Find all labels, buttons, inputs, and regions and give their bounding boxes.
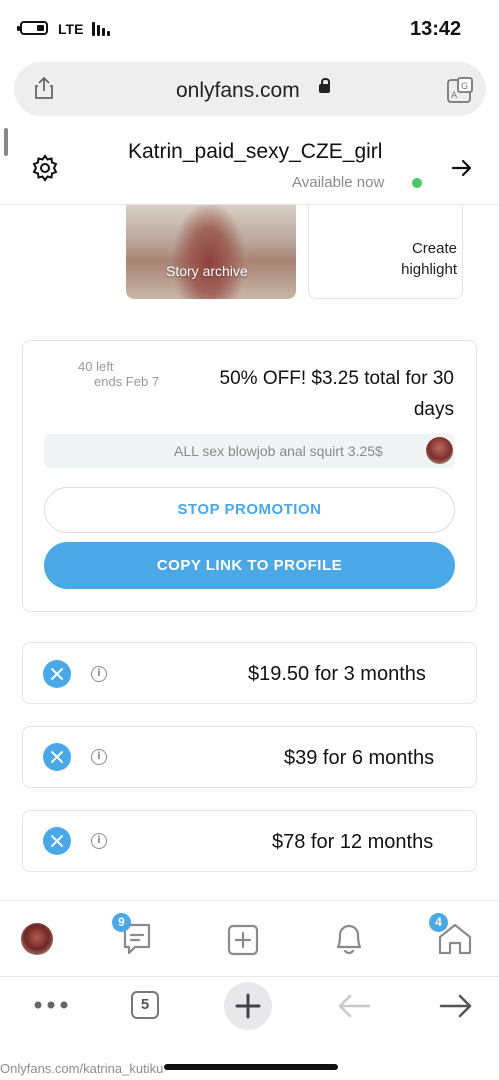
profile-avatar[interactable]: [21, 923, 53, 955]
clock: 13:42: [410, 18, 462, 40]
messages-badge: 9: [112, 913, 131, 932]
profile-status: Available now: [292, 174, 385, 191]
network-label: LTE: [58, 21, 84, 37]
promotion-end-date: ends Feb 7: [94, 374, 160, 389]
gear-icon[interactable]: [31, 154, 59, 182]
browser-toolbar-divider: [0, 976, 499, 977]
forward-arrow-icon[interactable]: [438, 992, 474, 1020]
remove-bundle-icon[interactable]: [43, 660, 71, 688]
svg-text:A: A: [451, 91, 458, 101]
story-archive-card[interactable]: [126, 205, 296, 299]
new-tab-button[interactable]: [224, 982, 272, 1030]
info-icon[interactable]: i: [91, 833, 107, 849]
home-indicator: [164, 1064, 338, 1070]
translate-icon[interactable]: G A: [446, 76, 474, 104]
copy-link-button[interactable]: COPY LINK TO PROFILE: [44, 542, 455, 589]
stop-promotion-button[interactable]: STOP PROMOTION: [44, 487, 455, 533]
back-arrow-icon[interactable]: [336, 992, 372, 1020]
lock-icon: [319, 78, 330, 93]
remove-bundle-icon[interactable]: [43, 743, 71, 771]
story-thumbnail: [174, 205, 244, 299]
remove-bundle-icon[interactable]: [43, 827, 71, 855]
arrow-icon[interactable]: [450, 156, 474, 180]
home-badge: 4: [429, 913, 448, 932]
svg-text:G: G: [461, 82, 468, 92]
watermark-text: Onlyfans.com/katrina_kutiku: [0, 1061, 164, 1076]
promotion-title: 50% OFF! $3.25 total for 30 days: [219, 368, 454, 420]
bundle-price: $19.50 for 3 months: [248, 663, 426, 685]
story-archive-label: Story archive: [166, 263, 248, 279]
info-icon[interactable]: i: [91, 666, 107, 682]
online-indicator: [412, 178, 422, 188]
more-icon[interactable]: [33, 1000, 69, 1010]
signal-icon: [92, 22, 110, 36]
bundle-price: $39 for 6 months: [284, 747, 435, 769]
avatar: [426, 437, 453, 464]
share-icon[interactable]: [34, 76, 54, 100]
add-post-icon[interactable]: [226, 923, 260, 957]
bundle-price: $78 for 12 months: [272, 831, 434, 853]
battery-icon: [17, 21, 48, 35]
info-icon[interactable]: i: [91, 749, 107, 765]
tabs-button[interactable]: 5: [131, 991, 159, 1019]
plus-icon: [235, 993, 261, 1019]
scroll-indicator: [4, 128, 8, 156]
address-bar[interactable]: onlyfans.com: [14, 62, 486, 116]
profile-username: Katrin_paid_sexy_CZE_girl: [128, 140, 383, 163]
bell-icon[interactable]: [330, 921, 368, 957]
url-text: onlyfans.com: [176, 79, 300, 102]
create-highlight-label: Create highlight: [401, 240, 457, 278]
promotion-message: ALL sex blowjob anal squirt 3.25$: [174, 443, 383, 459]
app-nav-divider: [0, 900, 499, 901]
promotion-remaining: 40 left: [78, 359, 114, 374]
